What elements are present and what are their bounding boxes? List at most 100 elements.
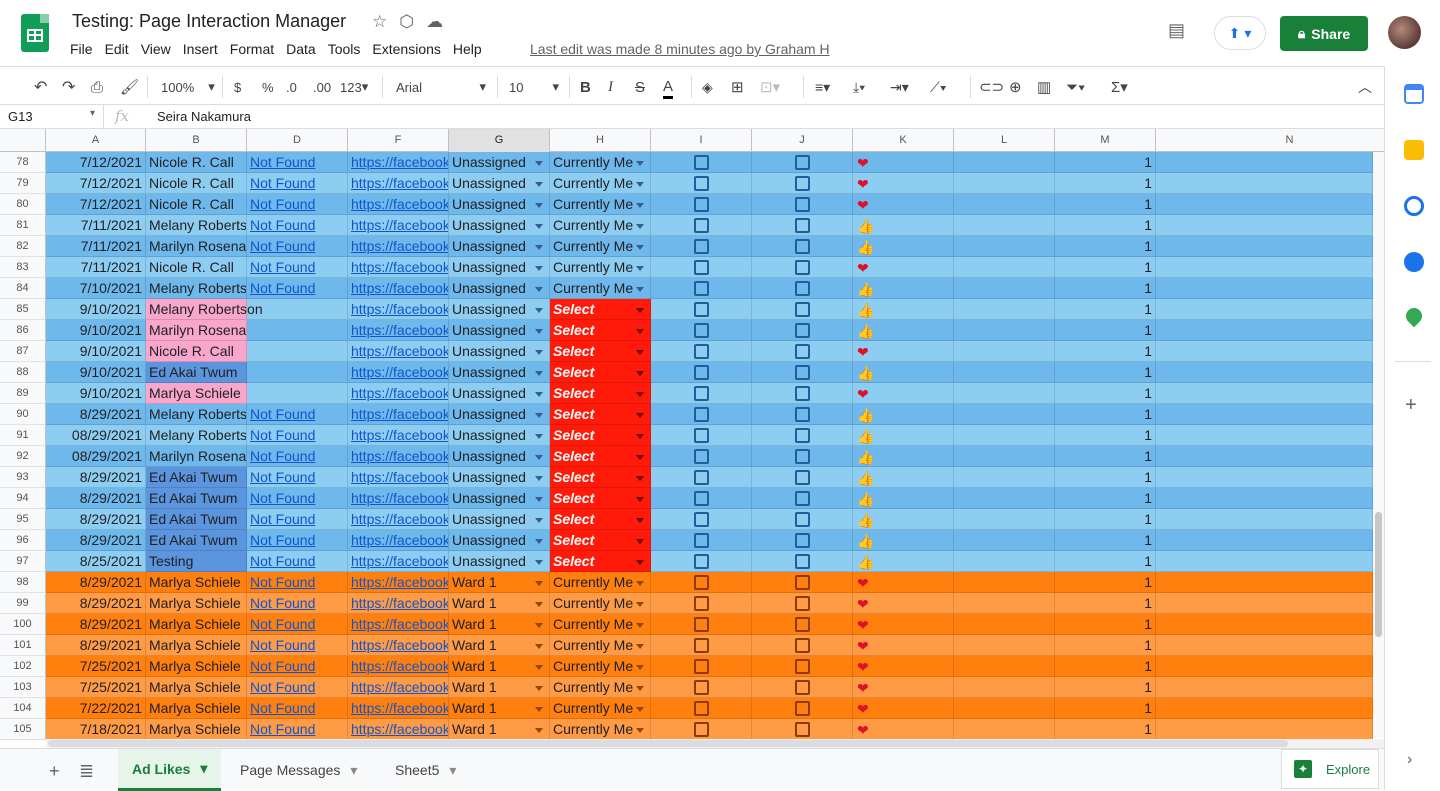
assignee-dropdown[interactable]: Unassigned [449,530,550,551]
increase-decimal-button[interactable]: .00 [313,77,331,97]
checkbox[interactable] [694,239,709,254]
empty-cell-n[interactable] [1156,698,1373,719]
assignee-dropdown[interactable]: Unassigned [449,194,550,215]
facebook-link-cell[interactable]: https://facebook. [348,488,449,509]
insert-link-icon[interactable]: ⊂⊃ [979,77,1004,97]
name-cell[interactable]: Marilyn Rosenau [146,236,247,257]
assignee-dropdown[interactable]: Ward 1 [449,635,550,656]
empty-cell-l[interactable] [954,656,1055,677]
assignee-dropdown[interactable]: Ward 1 [449,719,550,740]
align-icon[interactable]: ≡▾ [815,77,830,97]
assignee-dropdown[interactable]: Unassigned [449,551,550,572]
status-dropdown[interactable]: Select [550,551,651,572]
assignee-dropdown[interactable]: Ward 1 [449,656,550,677]
row-number[interactable]: 99 [0,593,46,614]
empty-cell-n[interactable] [1156,593,1373,614]
status-dropdown[interactable]: Currently Me [550,677,651,698]
profile-cell[interactable] [247,362,348,383]
facebook-link[interactable]: https://facebook. [351,385,448,401]
column-header-a[interactable]: A [46,129,146,152]
checkbox[interactable] [795,596,810,611]
facebook-link-cell[interactable]: https://facebook. [348,362,449,383]
checkbox[interactable] [795,386,810,401]
count-cell[interactable]: 1 [1055,383,1156,404]
assignee-dropdown[interactable]: Unassigned [449,320,550,341]
row-number[interactable]: 95 [0,509,46,530]
date-cell[interactable]: 9/10/2021 [46,341,146,362]
checkbox[interactable] [694,428,709,443]
empty-cell-n[interactable] [1156,551,1373,572]
select-all-corner[interactable] [0,129,46,152]
formula-input[interactable]: Seira Nakamura [157,109,251,124]
empty-cell-n[interactable] [1156,446,1373,467]
empty-cell-l[interactable] [954,509,1055,530]
name-cell[interactable]: Marlya Schiele [146,719,247,740]
checkbox[interactable] [694,281,709,296]
date-cell[interactable]: 8/29/2021 [46,614,146,635]
empty-cell-l[interactable] [954,677,1055,698]
paint-format-icon[interactable]: 🖌︎ [120,77,139,97]
empty-cell-n[interactable] [1156,635,1373,656]
checkbox[interactable] [694,365,709,380]
checkbox[interactable] [694,386,709,401]
checkbox[interactable] [694,638,709,653]
checkbox[interactable] [694,197,709,212]
facebook-link[interactable]: https://facebook. [351,490,448,506]
row-number[interactable]: 81 [0,215,46,236]
checkbox[interactable] [694,302,709,317]
not-found-link[interactable]: Not Found [250,490,315,506]
decrease-decimal-button[interactable]: .0 [286,77,297,97]
facebook-link-cell[interactable]: https://facebook. [348,257,449,278]
empty-cell-n[interactable] [1156,425,1373,446]
empty-cell-n[interactable] [1156,467,1373,488]
row-number[interactable]: 90 [0,404,46,425]
add-sheet-icon[interactable]: + [49,761,60,782]
date-cell[interactable]: 8/29/2021 [46,572,146,593]
empty-cell-l[interactable] [954,446,1055,467]
count-cell[interactable]: 1 [1055,677,1156,698]
status-dropdown[interactable]: Currently Me [550,215,651,236]
row-number[interactable]: 88 [0,362,46,383]
chevron-right-icon[interactable]: › [1407,751,1412,769]
profile-cell[interactable]: Not Found [247,677,348,698]
empty-cell-n[interactable] [1156,341,1373,362]
facebook-link[interactable]: https://facebook. [351,595,448,611]
assignee-dropdown[interactable]: Ward 1 [449,572,550,593]
name-cell[interactable]: Melany Robertso [146,278,247,299]
checkbox[interactable] [694,176,709,191]
column-header-k[interactable]: K [853,129,954,152]
count-cell[interactable]: 1 [1055,404,1156,425]
date-cell[interactable]: 7/25/2021 [46,656,146,677]
name-cell[interactable]: Marilyn Rosenau [146,320,247,341]
contacts-icon[interactable] [1404,252,1424,272]
checkbox[interactable] [694,218,709,233]
assignee-dropdown[interactable]: Unassigned [449,488,550,509]
facebook-link[interactable]: https://facebook. [351,175,448,191]
checkbox[interactable] [694,449,709,464]
move-icon[interactable]: ⬡ [399,12,414,32]
checkbox[interactable] [795,176,810,191]
row-number[interactable]: 84 [0,278,46,299]
not-found-link[interactable]: Not Found [250,280,315,296]
count-cell[interactable]: 1 [1055,614,1156,635]
all-sheets-icon[interactable]: ≣ [79,761,94,782]
empty-cell-l[interactable] [954,467,1055,488]
empty-cell-l[interactable] [954,152,1055,173]
present-button[interactable]: ⬆ ▾ [1214,16,1266,50]
count-cell[interactable]: 1 [1055,593,1156,614]
status-dropdown[interactable]: Currently Me [550,593,651,614]
row-number[interactable]: 86 [0,320,46,341]
avatar[interactable] [1388,16,1421,49]
not-found-link[interactable]: Not Found [250,448,315,464]
name-cell[interactable]: Marlya Schiele [146,593,247,614]
profile-cell[interactable]: Not Found [247,593,348,614]
facebook-link[interactable]: https://facebook. [351,364,448,380]
fill-color-icon[interactable]: ◈ [702,77,713,97]
menu-insert[interactable]: Insert [183,41,225,57]
checkbox[interactable] [795,428,810,443]
assignee-dropdown[interactable]: Unassigned [449,299,550,320]
date-cell[interactable]: 7/10/2021 [46,278,146,299]
checkbox[interactable] [795,302,810,317]
checkbox[interactable] [694,575,709,590]
not-found-link[interactable]: Not Found [250,553,315,569]
